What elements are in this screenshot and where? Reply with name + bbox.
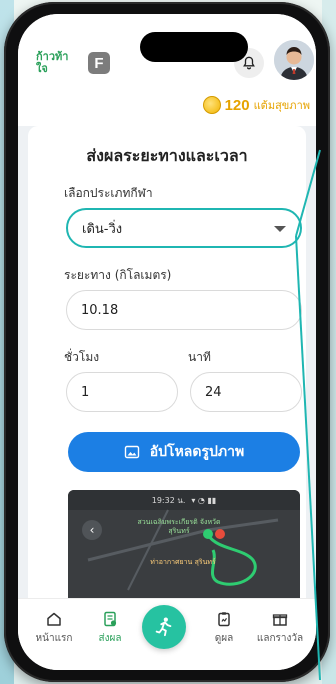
points-label: แต้มสุขภาพ bbox=[253, 99, 310, 112]
chevron-down-icon bbox=[274, 226, 286, 232]
f-logo-letter: F bbox=[94, 54, 104, 72]
coin-icon bbox=[202, 96, 221, 114]
bell-icon bbox=[243, 56, 255, 70]
distance-value: 10.18 bbox=[81, 302, 119, 318]
app-screen: ก้าวท้าใจ F 120 แต้มสุขภาพ ส่งผลระยะทางแ… bbox=[18, 14, 316, 670]
phone-frame: ก้าวท้าใจ F 120 แต้มสุขภาพ ส่งผลระยะทางแ… bbox=[4, 2, 330, 682]
sport-type-label: เลือกประเภทกีฬา bbox=[64, 186, 153, 200]
nav-submit[interactable]: ส่งผล bbox=[80, 611, 140, 657]
health-points: 120 แต้มสุขภาพ bbox=[202, 94, 310, 116]
main-content: ส่งผลระยะทางและเวลา เลือกประเภทกีฬา เดิน… bbox=[18, 126, 316, 598]
sport-type-value: เดิน-วิ่ง bbox=[82, 221, 123, 237]
submit-document-icon bbox=[104, 611, 117, 627]
nav-exchange-label: แลกรางวัล bbox=[256, 633, 304, 644]
nav-submit-label: ส่งผล bbox=[98, 633, 122, 644]
app-logo[interactable]: ก้าวท้าใจ bbox=[36, 40, 78, 86]
bottom-navigation: หน้าแรก ส่งผล ดูผล แลกรางวัล bbox=[18, 598, 316, 670]
map-route-graphic bbox=[87, 509, 279, 591]
distance-label: ระยะทาง (กิโลเมตร) bbox=[64, 268, 172, 282]
gift-icon bbox=[272, 614, 288, 626]
app-logo-text: ก้าวท้าใจ bbox=[36, 50, 69, 75]
dynamic-island bbox=[140, 32, 248, 62]
upload-image-button[interactable]: อัปโหลดรูปภาพ bbox=[68, 432, 300, 472]
upload-button-label: อัปโหลดรูปภาพ bbox=[149, 444, 245, 460]
minutes-input[interactable]: 24 bbox=[190, 372, 302, 412]
sport-type-select[interactable]: เดิน-วิ่ง bbox=[66, 208, 302, 248]
points-value: 120 bbox=[224, 96, 250, 114]
chevron-left-icon: ‹ bbox=[82, 520, 102, 540]
minutes-value: 24 bbox=[205, 384, 222, 400]
avatar[interactable] bbox=[274, 40, 314, 80]
hours-label: ชั่วโมง bbox=[64, 350, 100, 364]
nav-view-label: ดูผล bbox=[214, 633, 234, 644]
image-icon bbox=[124, 445, 139, 459]
nav-exchange[interactable]: แลกรางวัล bbox=[250, 611, 310, 657]
user-avatar-icon bbox=[274, 40, 314, 80]
f-logo-icon[interactable]: F bbox=[88, 52, 110, 74]
page-title: ส่งผลระยะทางและเวลา bbox=[86, 146, 248, 165]
nav-view-results[interactable]: ดูผล bbox=[194, 611, 254, 657]
nav-home-label: หน้าแรก bbox=[35, 633, 73, 644]
nav-home[interactable]: หน้าแรก bbox=[24, 611, 84, 657]
running-person-icon bbox=[155, 617, 172, 637]
hours-value: 1 bbox=[81, 384, 90, 400]
start-activity-button[interactable] bbox=[142, 605, 186, 649]
map-place-label-1: สวนเฉลิมพระเกียรติ จังหวัดสุรินทร์ bbox=[137, 518, 221, 535]
distance-input[interactable]: 10.18 bbox=[66, 290, 302, 330]
map-place-label-2: ท่าอากาศยาน สุรินทร์ bbox=[150, 558, 216, 566]
app-header: ก้าวท้าใจ F 120 แต้มสุขภาพ bbox=[18, 14, 316, 124]
clipboard-icon bbox=[218, 612, 230, 627]
uploaded-image-preview[interactable]: 19:32 น. ▾ ◔ ▮▮ ‹ สวนเฉลิมพระเกียรติ จัง… bbox=[68, 490, 300, 598]
hours-input[interactable]: 1 bbox=[66, 372, 178, 412]
home-icon bbox=[47, 612, 61, 626]
minutes-label: นาที bbox=[188, 350, 211, 364]
